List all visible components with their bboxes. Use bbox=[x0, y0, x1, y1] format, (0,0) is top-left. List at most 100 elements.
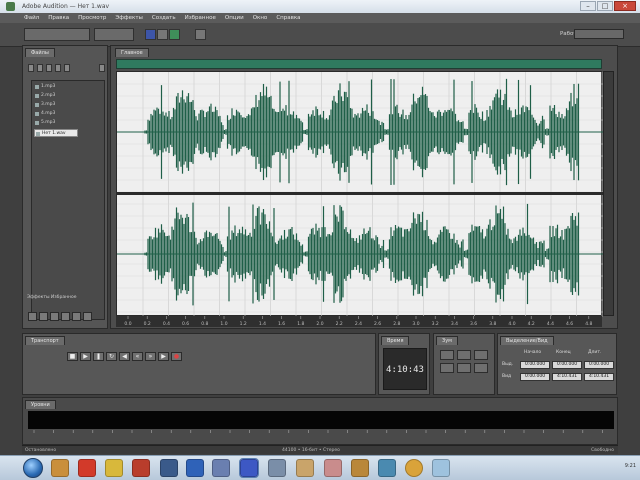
timeline-tick-label: 0.2 bbox=[144, 321, 151, 327]
timeline-tick-label: 1.8 bbox=[297, 321, 304, 327]
view-button[interactable] bbox=[28, 312, 37, 321]
file-item[interactable]: 3.mp3 bbox=[34, 101, 78, 109]
files-tab[interactable]: Файлы bbox=[25, 48, 55, 57]
file-item[interactable]: 5.mp3 bbox=[34, 119, 78, 127]
app-icon[interactable] bbox=[351, 459, 369, 477]
status-bar: Остановлено 44100 • 16-бит • Стерео Своб… bbox=[22, 445, 618, 454]
stop-button[interactable]: ■ bbox=[67, 352, 78, 361]
view-button[interactable] bbox=[50, 312, 59, 321]
file-item[interactable]: 2.mp3 bbox=[34, 92, 78, 100]
selection-end-field[interactable]: 0:00.000 bbox=[552, 361, 582, 369]
selection-tab[interactable]: Выделение/Вид bbox=[500, 336, 554, 345]
time-tab[interactable]: Время bbox=[381, 336, 410, 345]
zoom-in-horizontal-button[interactable] bbox=[440, 350, 454, 360]
audition-icon[interactable] bbox=[239, 458, 259, 478]
menu-file[interactable]: Файл bbox=[24, 15, 39, 21]
view-button[interactable] bbox=[39, 312, 48, 321]
view-button[interactable] bbox=[61, 312, 70, 321]
view-begin-field[interactable]: 0:00.000 bbox=[520, 373, 550, 381]
import-file-icon[interactable] bbox=[28, 64, 34, 72]
app-icon[interactable] bbox=[296, 459, 314, 477]
forward-button[interactable]: » bbox=[145, 352, 156, 361]
zoom-full-button[interactable] bbox=[474, 350, 488, 360]
maximize-button[interactable]: □ bbox=[597, 1, 613, 11]
timeline-tick-label: 1.2 bbox=[240, 321, 247, 327]
menu-effects[interactable]: Эффекты bbox=[115, 15, 143, 21]
record-button[interactable]: ● bbox=[171, 352, 182, 361]
spectral-view-button[interactable] bbox=[145, 29, 156, 40]
timeline-tick-label: 3.0 bbox=[412, 321, 419, 327]
pause-button[interactable]: ❚ bbox=[93, 352, 104, 361]
file-item-selected[interactable]: Нет 1.wav bbox=[34, 129, 78, 137]
play-loop-button[interactable]: ↻ bbox=[106, 352, 117, 361]
app-icon[interactable] bbox=[105, 459, 123, 477]
main-tab[interactable]: Главное bbox=[115, 48, 149, 57]
go-end-button[interactable]: ▶ bbox=[158, 352, 169, 361]
minimize-button[interactable]: – bbox=[580, 1, 596, 11]
view-button[interactable] bbox=[83, 312, 92, 321]
tool-group[interactable] bbox=[94, 28, 134, 41]
timeline-tick-label: 4.0 bbox=[508, 321, 515, 327]
close-button[interactable]: × bbox=[614, 1, 636, 11]
start-button[interactable] bbox=[23, 458, 43, 478]
close-file-icon[interactable] bbox=[37, 64, 43, 72]
menu-window[interactable]: Окно bbox=[253, 15, 268, 21]
go-start-button[interactable]: ◀ bbox=[119, 352, 130, 361]
time-select-button[interactable] bbox=[195, 29, 206, 40]
menu-favorites[interactable]: Избранное bbox=[185, 15, 216, 21]
zoom-tab[interactable]: Зум bbox=[436, 336, 458, 345]
selection-length-field[interactable]: 0:00.000 bbox=[584, 361, 614, 369]
menu-edit[interactable]: Правка bbox=[48, 15, 69, 21]
row-label-view: Вид bbox=[502, 374, 512, 379]
transport-tab[interactable]: Транспорт bbox=[25, 336, 65, 345]
timeline-ruler[interactable]: 0.0 0.2 0.4 0.6 0.8 1.0 1.2 1.4 1.6 1.8 2.0 2.2 2.4 2… bbox=[116, 316, 602, 327]
effects-favorites-label: Эффекты Избранное bbox=[27, 295, 77, 300]
play-button[interactable]: ▶ bbox=[80, 352, 91, 361]
selection-begin-field[interactable]: 0:00.000 bbox=[520, 361, 550, 369]
waveform-display[interactable] bbox=[116, 71, 603, 317]
view-end-field[interactable]: 4:10.431 bbox=[552, 373, 582, 381]
amplitude-ruler[interactable] bbox=[603, 71, 614, 316]
menu-options[interactable]: Опции bbox=[225, 15, 244, 21]
workspace-select[interactable] bbox=[574, 29, 624, 39]
app-icon[interactable] bbox=[132, 459, 150, 477]
view-length-field[interactable]: 4:10.431 bbox=[584, 373, 614, 381]
levels-tab[interactable]: Уровни bbox=[25, 400, 56, 409]
app-icon[interactable] bbox=[212, 459, 230, 477]
spectral-pitch-button[interactable] bbox=[157, 29, 168, 40]
waveform-graph[interactable] bbox=[117, 72, 603, 317]
app-icon[interactable] bbox=[432, 459, 450, 477]
rewind-button[interactable]: « bbox=[132, 352, 143, 361]
waveform-view-button[interactable] bbox=[169, 29, 180, 40]
menu-generate[interactable]: Создать bbox=[152, 15, 176, 21]
app-icon[interactable] bbox=[160, 459, 178, 477]
app-icon[interactable] bbox=[186, 459, 204, 477]
zoom-out-horizontal-button[interactable] bbox=[457, 350, 471, 360]
zoom-out-vertical-button[interactable] bbox=[457, 363, 471, 373]
app-icon[interactable] bbox=[268, 459, 286, 477]
files-footer-buttons bbox=[25, 312, 107, 324]
file-item[interactable]: 4.mp3 bbox=[34, 110, 78, 118]
row-label-selection: Выд. bbox=[502, 362, 514, 367]
loop-file-icon[interactable] bbox=[64, 64, 70, 72]
menu-view[interactable]: Просмотр bbox=[78, 15, 106, 21]
overview-bar[interactable] bbox=[116, 59, 602, 69]
explorer-icon[interactable] bbox=[51, 459, 69, 477]
play-file-icon[interactable] bbox=[55, 64, 61, 72]
view-button[interactable] bbox=[72, 312, 81, 321]
edit-mode-group[interactable] bbox=[24, 28, 90, 41]
file-item[interactable]: 1.mp3 bbox=[34, 83, 78, 91]
edit-file-icon[interactable] bbox=[46, 64, 52, 72]
zoom-in-vertical-button[interactable] bbox=[440, 363, 454, 373]
app-icon[interactable] bbox=[324, 459, 342, 477]
timeline-tick-label: 3.8 bbox=[489, 321, 496, 327]
timeline-tick-label: 2.4 bbox=[355, 321, 362, 327]
app-icon[interactable] bbox=[378, 459, 396, 477]
auto-play-icon[interactable] bbox=[99, 64, 105, 72]
app-icon[interactable] bbox=[405, 459, 423, 477]
timeline-tick-label: 3.4 bbox=[451, 321, 458, 327]
timeline-tick-label: 0.6 bbox=[182, 321, 189, 327]
menu-help[interactable]: Справка bbox=[276, 15, 300, 21]
opera-icon[interactable] bbox=[78, 459, 96, 477]
zoom-selection-button[interactable] bbox=[474, 363, 488, 373]
